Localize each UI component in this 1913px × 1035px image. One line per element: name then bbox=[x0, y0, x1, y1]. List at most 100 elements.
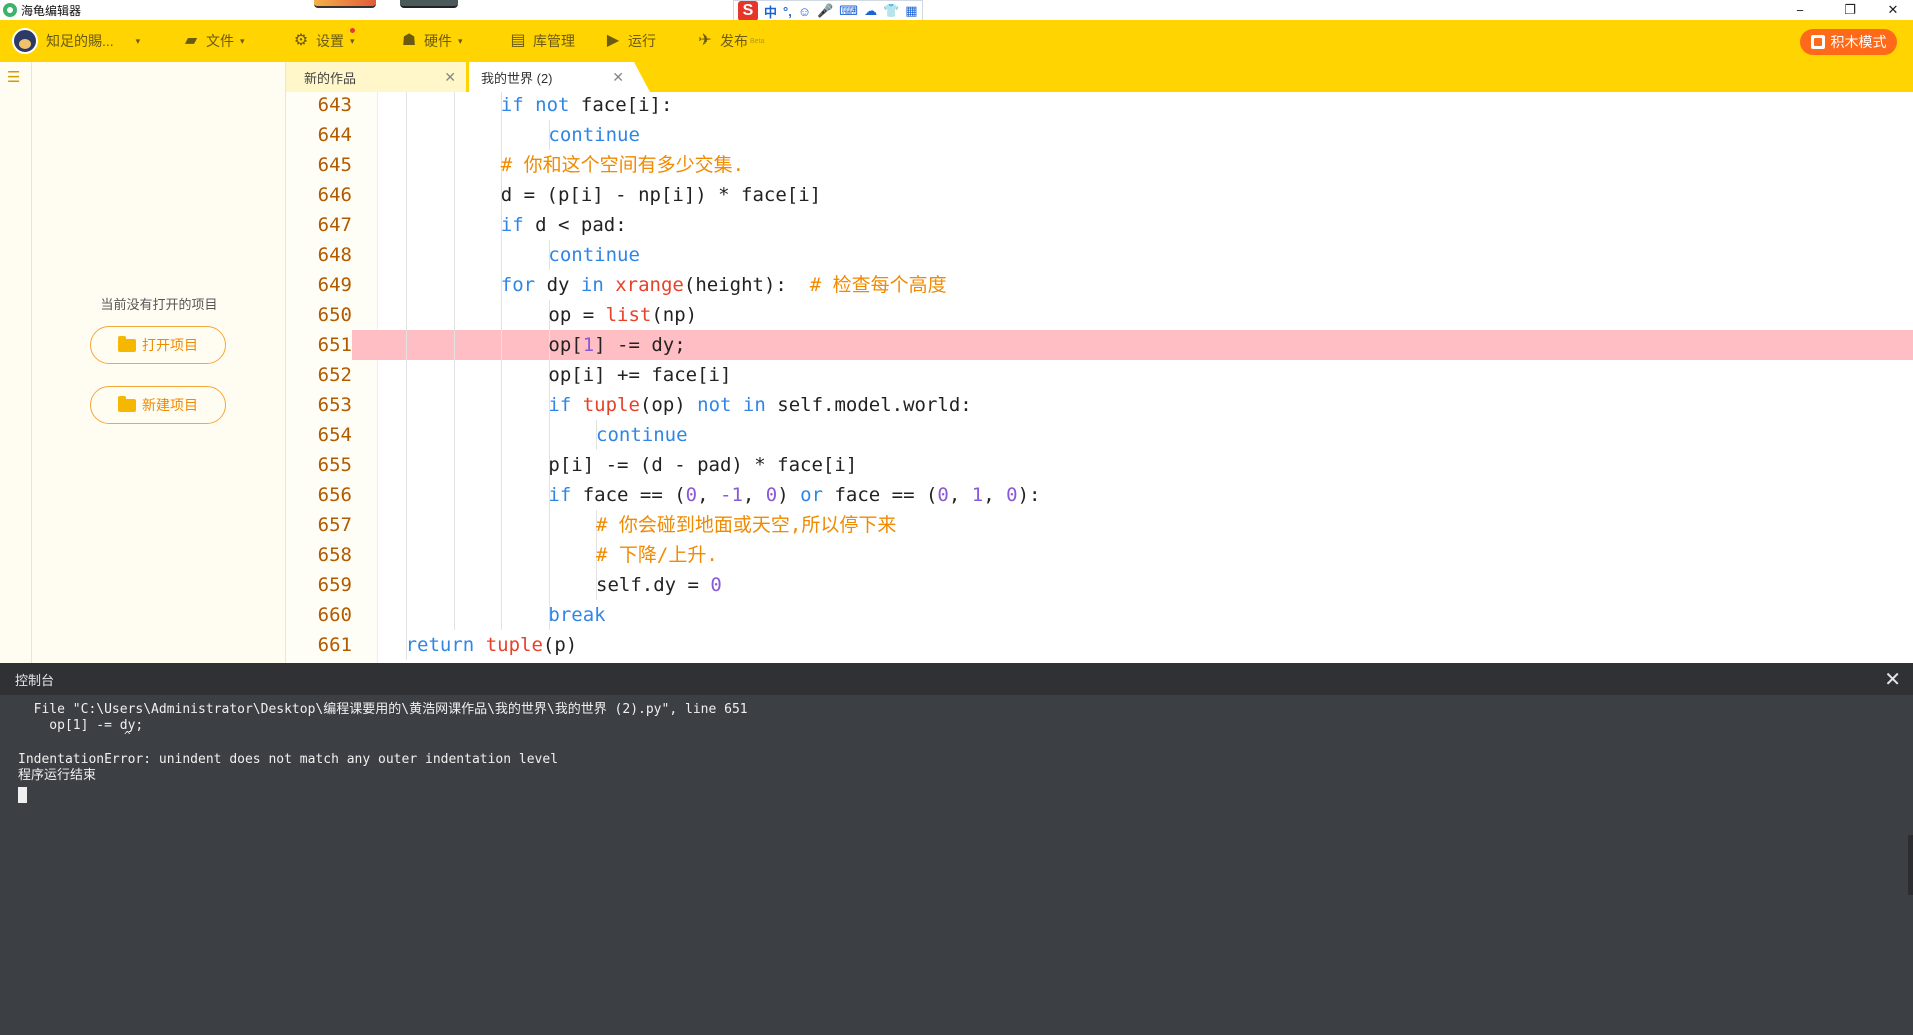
file-menu[interactable]: ▰ 文件 ▾ bbox=[182, 20, 245, 62]
indent-guide bbox=[453, 360, 455, 390]
indent-guide bbox=[453, 150, 455, 180]
ime-keyboard-icon[interactable]: ⌨ bbox=[839, 3, 858, 19]
code-line[interactable]: 653 if tuple(op) not in self.model.world: bbox=[286, 390, 1913, 420]
ime-chinese-mode[interactable]: 中 bbox=[764, 2, 777, 21]
code-line[interactable]: 644 continue bbox=[286, 120, 1913, 150]
code-token: if bbox=[500, 214, 524, 236]
code-token: for bbox=[500, 274, 536, 296]
line-number: 661 bbox=[317, 634, 352, 656]
open-project-label: 打开项目 bbox=[142, 337, 198, 353]
ime-skin-icon[interactable]: 👕 bbox=[883, 3, 899, 19]
code-line[interactable]: 657 # 你会碰到地面或天空,所以停下来 bbox=[286, 510, 1913, 540]
code-line[interactable]: 658 # 下降/上升. bbox=[286, 540, 1913, 570]
close-icon[interactable]: ✕ bbox=[612, 69, 624, 86]
code-line[interactable]: 643 if not face[i]: bbox=[286, 92, 1913, 120]
code-line[interactable]: 651 op[1] -= dy; bbox=[286, 330, 1913, 360]
line-number: 649 bbox=[317, 274, 352, 296]
code-line[interactable]: 650 op = list(np) bbox=[286, 300, 1913, 330]
run-button[interactable]: ▶ 运行 bbox=[604, 20, 656, 62]
indent-guide bbox=[453, 300, 455, 330]
ime-voice-icon[interactable]: 🎤 bbox=[817, 3, 833, 19]
code-token: tuple bbox=[485, 634, 543, 656]
code-line[interactable]: 648 continue bbox=[286, 240, 1913, 270]
code-token: face == ( bbox=[571, 484, 686, 506]
robot-icon: ☗ bbox=[401, 32, 417, 49]
code-line[interactable]: 645 # 你和这个空间有多少交集. bbox=[286, 150, 1913, 180]
ime-cloud-icon[interactable]: ☁ bbox=[864, 3, 877, 19]
indent-guide bbox=[406, 390, 407, 420]
taskbar-thumbnail[interactable] bbox=[400, 0, 458, 8]
ime-emoji-icon[interactable]: ☺ bbox=[798, 4, 811, 19]
code-line[interactable]: 661 return tuple(p) bbox=[286, 630, 1913, 660]
indent-guide bbox=[453, 540, 455, 570]
block-mode-button[interactable]: 积木模式 bbox=[1800, 29, 1897, 55]
line-number: 645 bbox=[317, 154, 352, 176]
line-number: 658 bbox=[317, 544, 352, 566]
code-token: continue bbox=[596, 424, 688, 446]
settings-menu[interactable]: ⚙ 设置 ▾ bbox=[292, 20, 355, 62]
tab-my-world[interactable]: 我的世界 (2) ✕ bbox=[469, 62, 650, 92]
close-icon[interactable]: ✕ bbox=[1884, 667, 1901, 692]
indent-guide bbox=[501, 240, 503, 270]
restore-button[interactable]: ❐ bbox=[1827, 0, 1873, 20]
code-text: break bbox=[548, 600, 605, 630]
new-project-button[interactable]: 新建项目 bbox=[90, 386, 226, 424]
code-line[interactable]: 656 if face == (0, -1, 0) or face == (0, … bbox=[286, 480, 1913, 510]
indent-guide bbox=[406, 420, 407, 450]
code-token: op[ bbox=[548, 334, 583, 356]
library-manager-button[interactable]: ▤ 库管理 bbox=[509, 20, 575, 62]
close-window-button[interactable]: ✕ bbox=[1870, 0, 1913, 20]
indent-guide bbox=[453, 92, 455, 120]
line-number: 653 bbox=[317, 394, 352, 416]
console-output[interactable]: File "C:\Users\Administrator\Desktop\编程课… bbox=[0, 695, 1913, 1035]
code-text: if d < pad: bbox=[501, 210, 627, 240]
open-project-button[interactable]: 打开项目 bbox=[90, 326, 226, 364]
code-text: if tuple(op) not in self.model.world: bbox=[548, 390, 971, 420]
indent-guide bbox=[406, 570, 407, 600]
indent-guide bbox=[453, 510, 455, 540]
code-line[interactable]: 647 if d < pad: bbox=[286, 210, 1913, 240]
close-icon[interactable]: ✕ bbox=[444, 69, 456, 86]
indent-guide bbox=[406, 210, 407, 240]
code-line[interactable]: 660 break bbox=[286, 600, 1913, 630]
chevron-down-icon: ▾ bbox=[458, 35, 463, 46]
scrollbar[interactable] bbox=[1908, 835, 1913, 895]
console-line: File "C:\Users\Administrator\Desktop\编程课… bbox=[18, 702, 748, 717]
taskbar-thumbnail[interactable] bbox=[314, 0, 376, 8]
minimize-button[interactable]: − bbox=[1777, 0, 1823, 20]
publish-button[interactable]: ✈ 发布 Beta bbox=[696, 20, 764, 62]
line-number: 650 bbox=[317, 304, 352, 326]
code-line[interactable]: 655 p[i] -= (d - pad) * face[i] bbox=[286, 450, 1913, 480]
line-number: 652 bbox=[317, 364, 352, 386]
code-line[interactable]: 652 op[i] += face[i] bbox=[286, 360, 1913, 390]
user-menu[interactable]: 知足的賜... ▾ bbox=[12, 20, 140, 62]
code-token: p[i] -= (d - pad) * face[i] bbox=[548, 454, 858, 476]
publish-label: 发布 bbox=[720, 33, 748, 49]
run-label: 运行 bbox=[628, 33, 656, 49]
chevron-down-icon: ▾ bbox=[135, 35, 141, 46]
code-line[interactable]: 654 continue bbox=[286, 420, 1913, 450]
code-line[interactable]: 646 d = (p[i] - np[i]) * face[i] bbox=[286, 180, 1913, 210]
ime-toolbox-icon[interactable]: ▦ bbox=[905, 3, 917, 19]
ime-punctuation[interactable]: °, bbox=[783, 4, 792, 19]
indent-guide bbox=[548, 510, 550, 540]
hardware-menu[interactable]: ☗ 硬件 ▾ bbox=[400, 20, 463, 62]
blocks-icon bbox=[1810, 35, 1825, 49]
indent-guide bbox=[501, 300, 503, 330]
line-number: 660 bbox=[317, 604, 352, 626]
indent-guide bbox=[406, 120, 407, 150]
code-line[interactable]: 649 for dy in xrange(height): # 检查每个高度 bbox=[286, 270, 1913, 300]
menu-list-icon[interactable]: ☰ bbox=[7, 70, 25, 85]
indent-guide bbox=[501, 330, 503, 360]
code-line[interactable]: 659 self.dy = 0 bbox=[286, 570, 1913, 600]
app-logo-icon bbox=[3, 3, 17, 17]
ime-logo-icon[interactable]: S bbox=[738, 1, 758, 21]
tab-new-work[interactable]: 新的作品 ✕ bbox=[286, 62, 466, 92]
code-text: op[1] -= dy; bbox=[548, 330, 685, 360]
code-editor[interactable]: 643 if not face[i]: 644 continue 645 # 你和这个空间… bbox=[286, 92, 1913, 663]
indent-guide bbox=[501, 360, 503, 390]
indent-guide bbox=[501, 390, 503, 420]
code-token: face[i]: bbox=[569, 94, 673, 116]
indent-guide bbox=[453, 480, 455, 510]
